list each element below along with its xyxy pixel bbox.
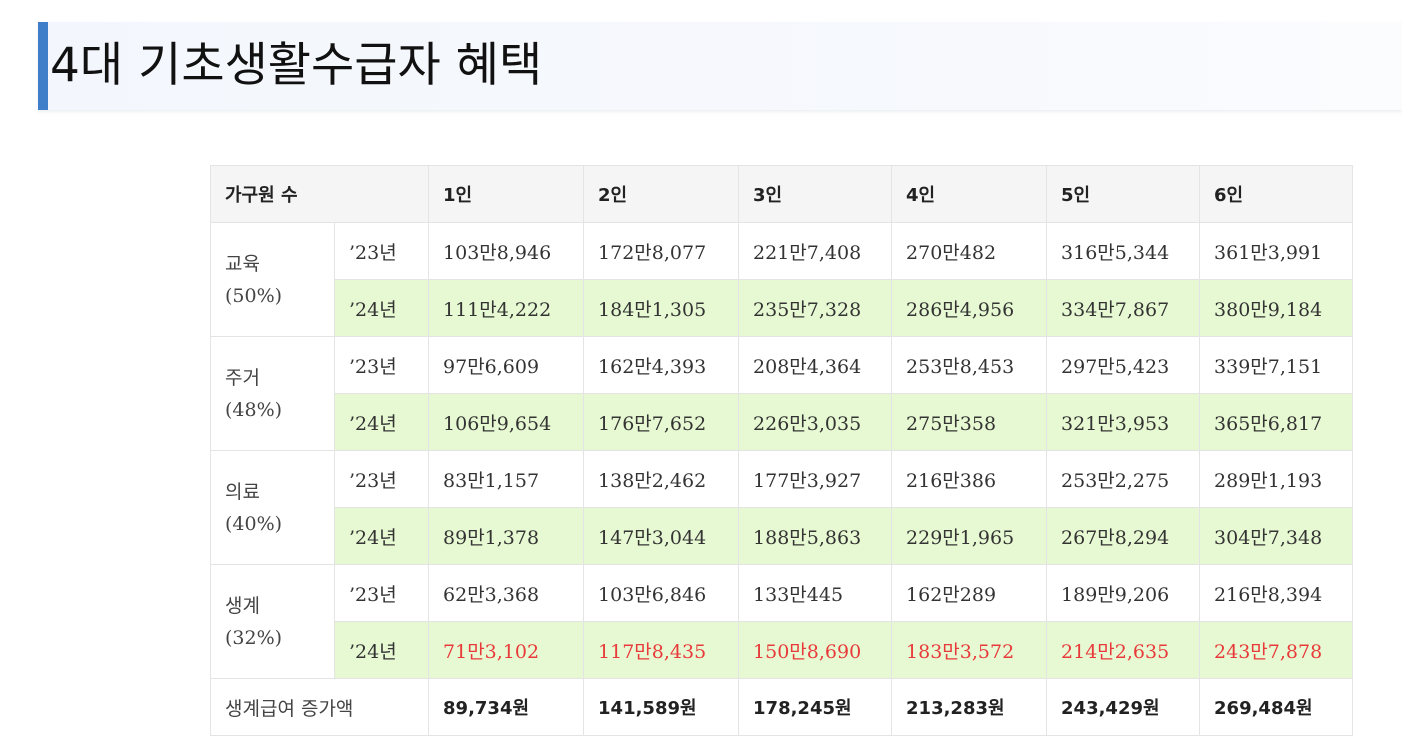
value-cell: 267만8,294 (1046, 507, 1201, 565)
value-cell: 133만445 (738, 564, 893, 622)
total-row: 생계급여 증가액 89,734원 141,589원 178,245원 213,2… (209, 678, 1354, 736)
header-col-3: 3인 (738, 165, 893, 223)
header-col-5: 5인 (1046, 165, 1201, 223)
year-cell: ’24년 (333, 393, 430, 451)
value-cell: 316만5,344 (1046, 222, 1201, 280)
year-cell: ’23년 (333, 222, 430, 280)
table-row: 교육 (50%) ’23년 103만8,946 172만8,077 221만7,… (210, 222, 1354, 337)
category-cell-medical: 의료 (40%) (210, 450, 335, 565)
table-row: 의료 (40%) ’23년 83만1,157 138만2,462 177만3,9… (210, 450, 1354, 565)
value-cell: 289만1,193 (1199, 450, 1354, 508)
highlighted-value-cell: 117만8,435 (583, 621, 740, 679)
value-cell: 365만6,817 (1199, 393, 1354, 451)
category-name: 의료 (225, 480, 260, 503)
category-name: 주거 (225, 366, 260, 389)
value-cell: 138만2,462 (583, 450, 740, 508)
year-cell: ’23년 (333, 564, 430, 622)
value-cell: 103만8,946 (428, 222, 585, 280)
table-row: ’24년 111만4,222 184만1,305 235만7,328 286만4… (211, 279, 1354, 337)
value-cell: 334만7,867 (1046, 279, 1201, 337)
section-heading: 4대 기초생활수급자 혜택 (38, 22, 1402, 110)
value-cell: 172만8,077 (583, 222, 740, 280)
benefits-table: 가구원 수 1인 2인 3인 4인 5인 6인 교육 (50%) ’23년 10… (209, 165, 1354, 736)
header-col-6: 6인 (1199, 165, 1354, 223)
value-cell: 184만1,305 (583, 279, 740, 337)
value-cell: 83만1,157 (428, 450, 585, 508)
total-value-cell: 89,734원 (428, 678, 585, 736)
value-cell: 176만7,652 (583, 393, 740, 451)
category-percent: (50%) (225, 284, 283, 307)
value-cell: 106만9,654 (428, 393, 585, 451)
highlighted-value-cell: 183만3,572 (891, 621, 1048, 679)
category-percent: (32%) (225, 626, 283, 649)
header-col-2: 2인 (583, 165, 740, 223)
highlighted-value-cell: 214만2,635 (1046, 621, 1201, 679)
year-cell: ’23년 (333, 336, 430, 394)
total-value-cell: 213,283원 (891, 678, 1048, 736)
highlighted-value-cell: 71만3,102 (428, 621, 585, 679)
value-cell: 147만3,044 (583, 507, 740, 565)
value-cell: 221만7,408 (738, 222, 893, 280)
value-cell: 253만8,453 (891, 336, 1048, 394)
value-cell: 275만358 (891, 393, 1048, 451)
table-row: ’24년 106만9,654 176만7,652 226만3,035 275만3… (211, 393, 1354, 451)
value-cell: 229만1,965 (891, 507, 1048, 565)
value-cell: 253만2,275 (1046, 450, 1201, 508)
value-cell: 304만7,348 (1199, 507, 1354, 565)
value-cell: 216만8,394 (1199, 564, 1354, 622)
category-percent: (48%) (225, 398, 283, 421)
total-label: 생계급여 증가액 (209, 678, 430, 736)
total-value-cell: 243,429원 (1046, 678, 1201, 736)
page-title: 4대 기초생활수급자 혜택 (50, 38, 543, 93)
highlighted-value-cell: 243만7,878 (1199, 621, 1354, 679)
value-cell: 111만4,222 (428, 279, 585, 337)
value-cell: 361만3,991 (1199, 222, 1354, 280)
value-cell: 226만3,035 (738, 393, 893, 451)
header-col-1: 1인 (428, 165, 585, 223)
total-value-cell: 178,245원 (738, 678, 893, 736)
header-household-size: 가구원 수 (209, 165, 430, 223)
category-cell-livelihood: 생계 (32%) (210, 564, 335, 679)
value-cell: 177만3,927 (738, 450, 893, 508)
value-cell: 286만4,956 (891, 279, 1048, 337)
category-cell-housing: 주거 (48%) (210, 336, 335, 451)
value-cell: 235만7,328 (738, 279, 893, 337)
category-cell-education: 교육 (50%) (210, 222, 335, 337)
table-row: ’24년 89만1,378 147만3,044 188만5,863 229만1,… (211, 507, 1354, 565)
year-cell: ’24년 (333, 279, 430, 337)
value-cell: 270만482 (891, 222, 1048, 280)
category-name: 교육 (225, 252, 260, 275)
value-cell: 216만386 (891, 450, 1048, 508)
value-cell: 162만289 (891, 564, 1048, 622)
year-cell: ’24년 (333, 621, 430, 679)
value-cell: 89만1,378 (428, 507, 585, 565)
category-name: 생계 (225, 594, 260, 617)
year-cell: ’23년 (333, 450, 430, 508)
value-cell: 62만3,368 (428, 564, 585, 622)
category-percent: (40%) (225, 512, 283, 535)
value-cell: 339만7,151 (1199, 336, 1354, 394)
heading-accent-bar (38, 22, 48, 110)
header-col-4: 4인 (891, 165, 1048, 223)
total-value-cell: 269,484원 (1199, 678, 1354, 736)
value-cell: 297만5,423 (1046, 336, 1201, 394)
value-cell: 188만5,863 (738, 507, 893, 565)
highlighted-value-cell: 150만8,690 (738, 621, 893, 679)
value-cell: 380만9,184 (1199, 279, 1354, 337)
table-row: ’24년 71만3,102 117만8,435 150만8,690 183만3,… (211, 621, 1354, 679)
year-cell: ’24년 (333, 507, 430, 565)
value-cell: 97만6,609 (428, 336, 585, 394)
table-header-row: 가구원 수 1인 2인 3인 4인 5인 6인 (209, 165, 1354, 223)
value-cell: 189만9,206 (1046, 564, 1201, 622)
table-row: 주거 (48%) ’23년 97만6,609 162만4,393 208만4,3… (210, 336, 1354, 451)
value-cell: 208만4,364 (738, 336, 893, 394)
value-cell: 103만6,846 (583, 564, 740, 622)
total-value-cell: 141,589원 (583, 678, 740, 736)
value-cell: 162만4,393 (583, 336, 740, 394)
table-row: 생계 (32%) ’23년 62만3,368 103만6,846 133만445… (210, 564, 1354, 679)
value-cell: 321만3,953 (1046, 393, 1201, 451)
